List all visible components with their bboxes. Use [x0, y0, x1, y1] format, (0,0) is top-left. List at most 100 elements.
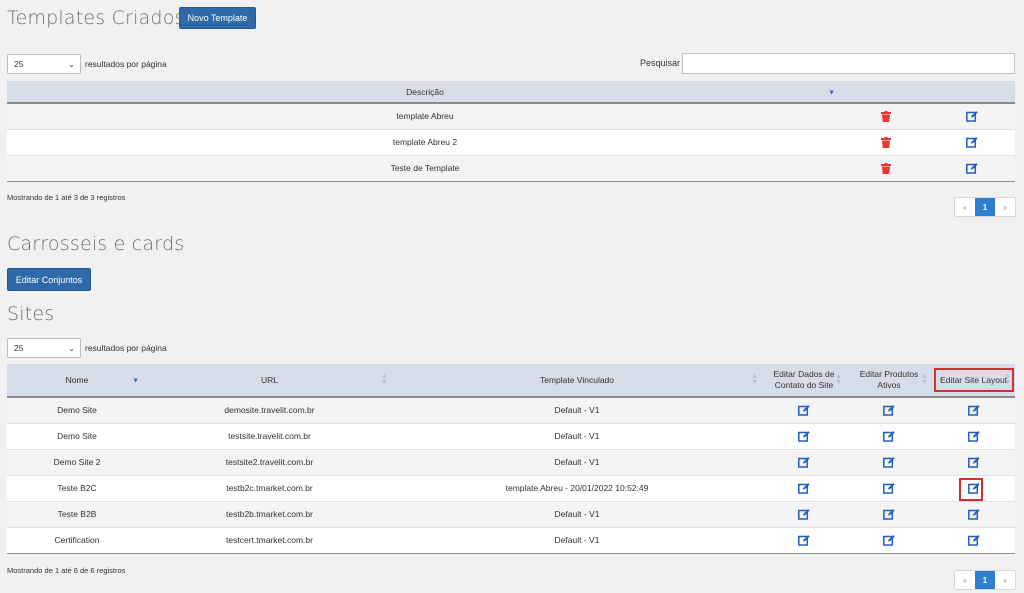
templates-page-size-select[interactable]: 25 ⌄ — [7, 54, 81, 74]
edit-products-cell — [846, 397, 932, 424]
pager-next[interactable]: » — [995, 571, 1015, 589]
header-nome-label: Nome — [65, 375, 89, 385]
edit-icon[interactable] — [798, 482, 810, 494]
table-row: Demo Site 2 testsite2.travelit.com.br De… — [7, 449, 1015, 476]
highlight-header-editar-layout — [934, 368, 1014, 392]
sort-both-icon: ▲ ▼ — [381, 373, 388, 386]
table-row: Demo Site demosite.travelit.com.br Defau… — [7, 397, 1015, 424]
edit-icon[interactable] — [966, 110, 978, 122]
edit-icon[interactable] — [798, 404, 810, 416]
edit-icon[interactable] — [798, 456, 810, 468]
edit-contact-cell — [762, 475, 846, 502]
edit-icon[interactable] — [966, 162, 978, 174]
edit-layout-cell — [932, 423, 1015, 450]
new-template-button[interactable]: Novo Template — [179, 7, 256, 29]
edit-products-cell — [846, 423, 932, 450]
highlight-edit-layout-teste-b2c — [959, 478, 983, 501]
edit-layout-cell — [932, 527, 1015, 554]
edit-products-cell — [846, 527, 932, 554]
edit-icon[interactable] — [798, 508, 810, 520]
header-editar-produtos-line2: Ativos — [877, 380, 901, 390]
search-input[interactable] — [682, 53, 1015, 74]
site-nome: Teste B2B — [7, 501, 147, 528]
table-row: template Abreu — [7, 103, 1015, 130]
header-url[interactable]: URL ▲ ▼ — [147, 364, 392, 398]
sites-table: Nome ▼ URL ▲ ▼ Template Vinculado ▲ ▼ Edit… — [7, 364, 1015, 554]
header-descricao-label: Descrição — [406, 86, 444, 97]
edit-contact-cell — [762, 449, 846, 476]
edit-cell — [929, 155, 1015, 182]
edit-cell — [929, 103, 1015, 130]
site-url: testsite2.travelit.com.br — [147, 449, 392, 476]
table-row: Teste B2B testb2b.tmarket.com.br Default… — [7, 501, 1015, 528]
sort-desc-icon: ▼ — [828, 89, 835, 97]
edit-icon[interactable] — [883, 430, 895, 442]
sort-both-icon: ▲ ▼ — [751, 373, 758, 386]
edit-icon[interactable] — [967, 534, 980, 546]
carrosseis-title: Carrosseis e cards — [7, 233, 185, 255]
template-description: template Abreu 2 — [7, 129, 843, 156]
templates-page-size-label: resultados por página — [85, 59, 167, 69]
pager-page[interactable]: 1 — [975, 571, 995, 589]
edit-sets-button[interactable]: Editar Conjuntos — [7, 268, 91, 291]
sort-both-icon: ▲ ▼ — [835, 373, 842, 386]
site-nome: Teste B2C — [7, 475, 147, 502]
edit-icon[interactable] — [798, 534, 810, 546]
template-description: Teste de Template — [7, 155, 843, 182]
site-url: testcert.tmarket.com.br — [147, 527, 392, 554]
header-editar-produtos[interactable]: Editar Produtos Ativos ▲ ▼ — [846, 364, 932, 398]
edit-icon[interactable] — [883, 482, 895, 494]
site-nome: Certification — [7, 527, 147, 554]
pager-prev[interactable]: « — [955, 571, 975, 589]
sites-page-size-value: 25 — [14, 343, 24, 353]
templates-info: Mostrando de 1 até 3 de 3 registros — [7, 193, 126, 202]
site-url: testb2b.tmarket.com.br — [147, 501, 392, 528]
site-template: Default - V1 — [392, 423, 762, 450]
pager-page[interactable]: 1 — [975, 198, 995, 216]
header-nome[interactable]: Nome ▼ — [7, 364, 147, 398]
site-template: Default - V1 — [392, 397, 762, 424]
trash-icon[interactable] — [881, 110, 891, 122]
sites-page-size-select[interactable]: 25 ⌄ — [7, 338, 81, 358]
edit-contact-cell — [762, 397, 846, 424]
edit-contact-cell — [762, 423, 846, 450]
site-url: testsite.travelit.com.br — [147, 423, 392, 450]
site-template: Default - V1 — [392, 527, 762, 554]
sites-info: Mostrando de 1 até 6 de 6 registros — [7, 566, 126, 575]
header-template-label: Template Vinculado — [539, 375, 615, 385]
header-editar-produtos-line1: Editar Produtos — [859, 369, 919, 379]
table-row: Certification testcert.tmarket.com.br De… — [7, 527, 1015, 554]
header-editar-dados-line2: Contato do Site — [774, 380, 834, 390]
sort-desc-icon: ▼ — [132, 377, 139, 385]
template-description: template Abreu — [7, 103, 843, 130]
edit-icon[interactable] — [883, 534, 895, 546]
edit-icon[interactable] — [883, 508, 895, 520]
site-template: template Abreu - 20/01/2022 10:52:49 — [392, 475, 762, 502]
pager-next[interactable]: » — [995, 198, 1015, 216]
edit-icon[interactable] — [967, 508, 980, 520]
search-label: Pesquisar — [640, 58, 681, 68]
sort-both-icon: ▲ ▼ — [921, 373, 928, 386]
table-row: Demo Site testsite.travelit.com.br Defau… — [7, 423, 1015, 450]
trash-icon[interactable] — [881, 162, 891, 174]
edit-icon[interactable] — [966, 136, 978, 148]
header-descricao[interactable]: Descrição ▼ — [7, 81, 843, 104]
trash-icon[interactable] — [881, 136, 891, 148]
templates-page-size-value: 25 — [14, 59, 24, 69]
delete-cell — [843, 103, 929, 130]
edit-icon[interactable] — [883, 404, 895, 416]
templates-table: Descrição ▼ template Abreu template Abre… — [7, 81, 1015, 182]
table-row: template Abreu 2 — [7, 129, 1015, 156]
edit-icon[interactable] — [967, 404, 980, 416]
edit-icon[interactable] — [967, 430, 980, 442]
header-edit — [929, 81, 1015, 104]
edit-icon[interactable] — [883, 456, 895, 468]
header-delete — [843, 81, 929, 104]
header-editar-dados[interactable]: Editar Dados de Contato do Site ▲ ▼ — [762, 364, 846, 398]
sites-title: Sites — [7, 303, 55, 325]
edit-icon[interactable] — [967, 456, 980, 468]
header-template[interactable]: Template Vinculado ▲ ▼ — [392, 364, 762, 398]
pager-prev[interactable]: « — [955, 198, 975, 216]
edit-icon[interactable] — [798, 430, 810, 442]
edit-products-cell — [846, 475, 932, 502]
